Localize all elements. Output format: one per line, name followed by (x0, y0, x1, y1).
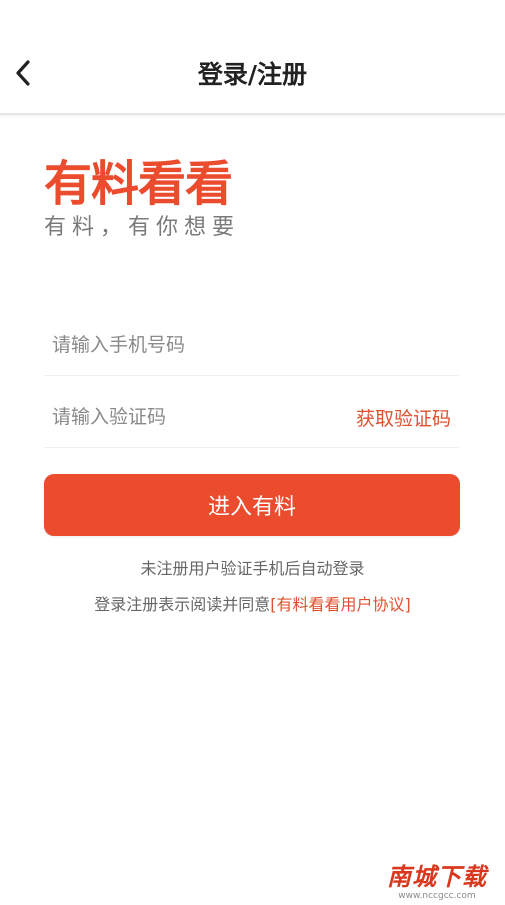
page-title: 登录/注册 (197, 60, 308, 89)
phone-input[interactable] (44, 334, 459, 356)
auto-login-notice: 未注册用户验证手机后自动登录 (140, 559, 365, 578)
enter-button[interactable]: 进入有料 (44, 474, 460, 536)
brand-logo: 有料看看 (44, 156, 233, 212)
verification-code-input[interactable] (44, 406, 356, 428)
watermark-url: www.nccgcc.com (398, 891, 476, 901)
agreement-prefix: 登录注册表示阅读并同意 (94, 595, 271, 614)
brand-slogan: 有料，有你想要 (44, 215, 241, 240)
user-agreement-link[interactable]: [有料看看用户协议] (270, 595, 411, 614)
login-page: 登录/注册 有料看看 有料，有你想要 获取验证码 进入有料 未注册用户验证手机后… (0, 0, 505, 905)
code-field-row: 获取验证码 (44, 387, 459, 448)
watermark-logo: 南城下载 (387, 863, 487, 891)
watermark: 南城下载 www.nccgcc.com (387, 864, 487, 902)
get-code-button[interactable]: 获取验证码 (356, 404, 459, 431)
header-bar: 登录/注册 (0, 0, 505, 115)
phone-field-row (44, 315, 459, 376)
agreement-notice: 登录注册表示阅读并同意[有料看看用户协议] (0, 591, 505, 615)
